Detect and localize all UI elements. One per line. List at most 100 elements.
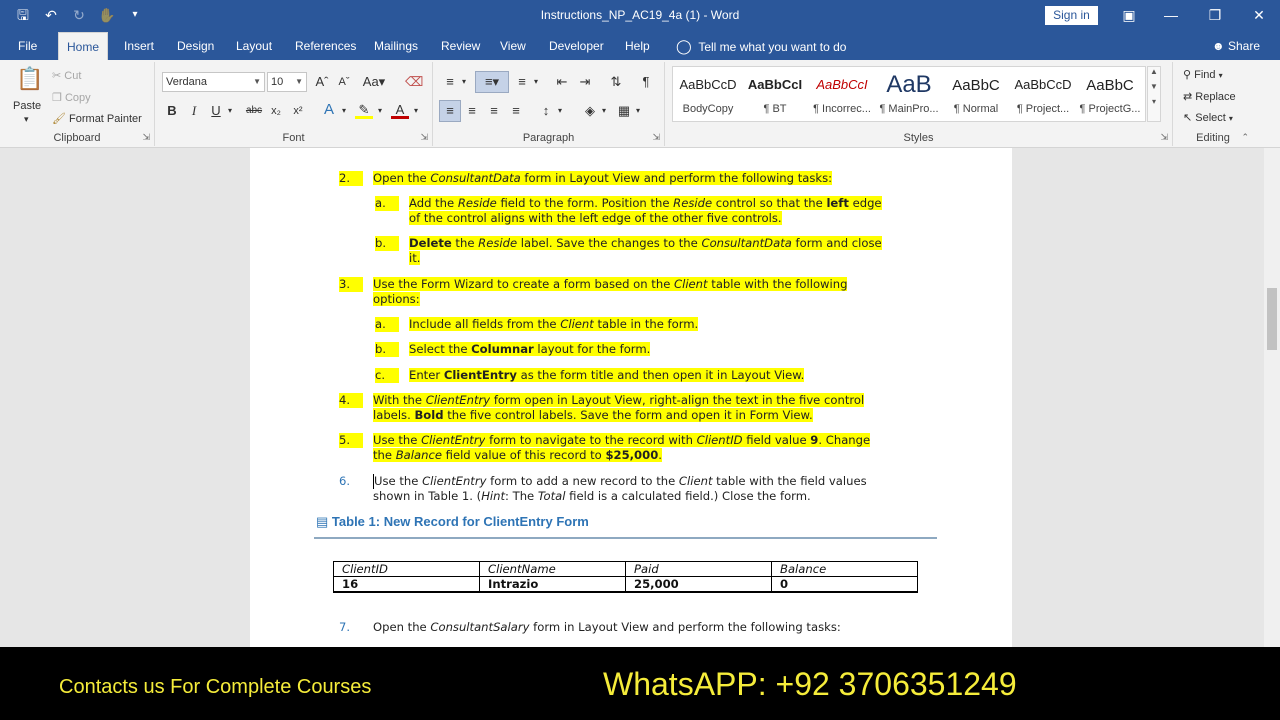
font-name-combo[interactable]: Verdana ▼ (162, 72, 265, 92)
cut-button[interactable]: ✂ Cut (52, 69, 81, 82)
bullets-icon[interactable]: ≡ (441, 73, 459, 91)
more-styles-icon[interactable]: ▾ (1148, 97, 1160, 106)
paste-dropdown-icon[interactable]: ▾ (24, 114, 29, 125)
increase-indent-icon[interactable]: ⇥ (576, 73, 594, 91)
restore-icon[interactable]: ❐ (1204, 5, 1226, 25)
tab-design[interactable]: Design (169, 32, 222, 60)
table-cell[interactable]: 16 (333, 576, 480, 593)
record-table[interactable]: ClientID ClientName Paid Balance 16 Intr… (333, 561, 918, 593)
find-button[interactable]: ⚲ Find ▾ (1183, 68, 1223, 81)
step-3-line-1[interactable]: Use the Form Wizard to create a form bas… (373, 277, 848, 292)
bold-icon[interactable]: B (163, 102, 181, 120)
multilevel-dropdown-icon[interactable]: ▾ (531, 73, 541, 91)
superscript-icon[interactable]: x² (289, 102, 307, 120)
minimize-icon[interactable]: — (1160, 5, 1182, 25)
chevron-up-icon[interactable]: ▲ (1148, 67, 1160, 76)
font-color-dropdown-icon[interactable]: ▾ (411, 102, 421, 120)
strikethrough-icon[interactable]: abc (243, 102, 265, 120)
style-normal[interactable]: AaBbC ¶ Normal (943, 69, 1009, 121)
italic-icon[interactable]: I (185, 102, 203, 120)
paste-icon[interactable]: 📋 (16, 68, 43, 98)
decrease-indent-icon[interactable]: ⇤ (553, 73, 571, 91)
step-5-line-1[interactable]: Use the ClientEntry form to navigate to … (373, 433, 871, 448)
table-header-cell[interactable]: ClientName (479, 561, 626, 577)
chevron-down-icon[interactable]: ▼ (1148, 82, 1160, 91)
numbering-icon[interactable]: ≡▾ (475, 71, 509, 93)
align-center-icon[interactable]: ≡ (463, 102, 481, 120)
scrollbar-thumb[interactable] (1267, 288, 1277, 350)
copy-button[interactable]: ❐ Copy (52, 91, 91, 104)
step-6-line-2[interactable]: shown in Table 1. (Hint: The Total field… (373, 489, 811, 504)
line-spacing-dropdown-icon[interactable]: ▾ (555, 102, 565, 120)
underline-dropdown-icon[interactable]: ▾ (225, 102, 235, 120)
font-size-combo[interactable]: 10 ▼ (267, 72, 307, 92)
shading-dropdown-icon[interactable]: ▾ (599, 102, 609, 120)
tab-review[interactable]: Review (433, 32, 488, 60)
tab-home[interactable]: Home (58, 32, 109, 60)
show-formatting-icon[interactable]: ¶ (637, 73, 655, 91)
style-bt[interactable]: AaBbCcI ¶ BT (742, 69, 808, 121)
table-caption[interactable]: ▤ Table 1: New Record for ClientEntry Fo… (316, 514, 589, 530)
tab-file[interactable]: File (10, 32, 45, 60)
table-header-cell[interactable]: Balance (771, 561, 918, 577)
grow-font-icon[interactable]: Aˆ (313, 73, 331, 91)
tab-insert[interactable]: Insert (116, 32, 162, 60)
tell-me-search[interactable]: ◯ Tell me what you want to do (676, 32, 846, 60)
step-2a-line-1[interactable]: Add the Reside field to the form. Positi… (409, 196, 882, 211)
tab-layout[interactable]: Layout (228, 32, 280, 60)
step-5-line-2[interactable]: the Balance field value of this record t… (373, 448, 662, 463)
bullets-dropdown-icon[interactable]: ▾ (459, 73, 469, 91)
tab-mailings[interactable]: Mailings (366, 32, 426, 60)
select-button[interactable]: ↖ Select ▾ (1183, 111, 1233, 124)
clear-formatting-icon[interactable]: ⌫ (405, 73, 423, 91)
subscript-icon[interactable]: x₂ (267, 102, 285, 120)
step-2-line-1[interactable]: Open the ConsultantData form in Layout V… (373, 171, 833, 186)
step-3b-line[interactable]: Select the Columnar layout for the form. (409, 342, 651, 357)
tab-references[interactable]: References (287, 32, 364, 60)
step-6-line-1[interactable]: Use the ClientEntry form to add a new re… (373, 474, 867, 489)
sort-icon[interactable]: ⇅ (607, 73, 625, 91)
style-bodycopy[interactable]: AaBbCcD BodyCopy (675, 69, 741, 121)
styles-launcher-icon[interactable]: ⇲ (1160, 132, 1168, 143)
align-right-icon[interactable]: ≡ (485, 102, 503, 120)
tab-view[interactable]: View (492, 32, 534, 60)
style-mainproject[interactable]: AaB ¶ MainPro... (876, 69, 942, 121)
table-cell[interactable]: 0 (771, 576, 918, 593)
highlight-icon[interactable]: ✎ (355, 101, 373, 119)
paste-button[interactable]: Paste (13, 100, 41, 112)
borders-dropdown-icon[interactable]: ▾ (633, 102, 643, 120)
table-cell[interactable]: 25,000 (625, 576, 772, 593)
shrink-font-icon[interactable]: Aˇ (335, 73, 353, 91)
text-effects-dropdown-icon[interactable]: ▾ (339, 102, 349, 120)
format-painter-button[interactable]: 🖌 Format Painter (52, 112, 142, 125)
step-3c-line[interactable]: Enter ClientEntry as the form title and … (409, 368, 805, 383)
share-button[interactable]: ☻ Share (1212, 32, 1260, 60)
vertical-scrollbar[interactable] (1264, 148, 1280, 647)
justify-icon[interactable]: ≡ (507, 102, 525, 120)
style-project[interactable]: AaBbCcD ¶ Project... (1010, 69, 1076, 121)
underline-icon[interactable]: U (207, 102, 225, 120)
collapse-ribbon-icon[interactable]: ⌃ (1241, 132, 1249, 143)
step-4-line-2[interactable]: labels. Bold the five control labels. Sa… (373, 408, 813, 423)
text-effects-icon[interactable]: A (320, 101, 338, 119)
close-icon[interactable]: ✕ (1248, 5, 1270, 25)
borders-icon[interactable]: ▦ (615, 102, 633, 120)
step-2b-line-2[interactable]: it. (409, 251, 421, 266)
sign-in-button[interactable]: Sign in (1045, 6, 1098, 25)
step-2a-line-2[interactable]: of the control aligns with the left edge… (409, 211, 782, 226)
ribbon-display-options-icon[interactable]: ▣ (1118, 5, 1140, 25)
step-3a-line[interactable]: Include all fields from the Client table… (409, 317, 699, 332)
shading-icon[interactable]: ◈ (581, 102, 599, 120)
highlight-dropdown-icon[interactable]: ▾ (375, 102, 385, 120)
table-cell[interactable]: Intrazio (479, 576, 626, 593)
style-incorrect[interactable]: AaBbCcI ¶ Incorrec... (809, 69, 875, 121)
table-header-cell[interactable]: Paid (625, 561, 772, 577)
clipboard-launcher-icon[interactable]: ⇲ (142, 132, 150, 143)
replace-button[interactable]: ⇄ Replace (1183, 90, 1236, 103)
step-2b-line-1[interactable]: Delete the Reside label. Save the change… (409, 236, 882, 251)
paragraph-launcher-icon[interactable]: ⇲ (652, 132, 660, 143)
multilevel-list-icon[interactable]: ≡ (513, 73, 531, 91)
line-spacing-icon[interactable]: ↕ (537, 102, 555, 120)
step-3-line-2[interactable]: options: (373, 292, 420, 307)
align-left-icon[interactable]: ≡ (439, 100, 461, 122)
